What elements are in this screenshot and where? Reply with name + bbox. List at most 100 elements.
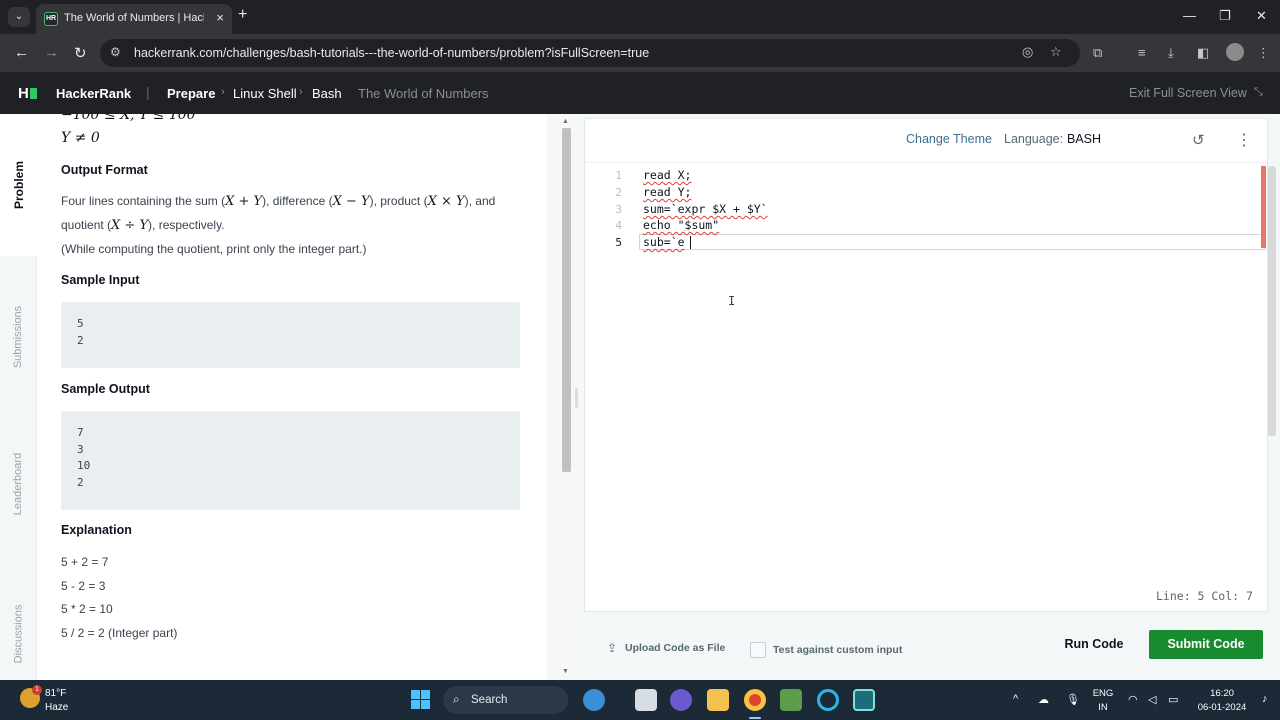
profile-avatar[interactable] xyxy=(1226,43,1244,61)
teams-chat-icon[interactable] xyxy=(670,689,692,711)
sample-output-heading: Sample Output xyxy=(61,382,150,396)
upload-icon[interactable]: ⇪ xyxy=(607,641,617,655)
explanation-line: 5 + 2 = 7 xyxy=(61,555,109,569)
problem-scrollbar[interactable] xyxy=(562,128,571,472)
upload-code-link[interactable]: Upload Code as File xyxy=(625,642,725,654)
breadcrumb-prepare[interactable]: Prepare xyxy=(167,86,215,101)
tab-title: The World of Numbers | HackerRank xyxy=(64,12,204,24)
search-icon: ⌕ xyxy=(453,692,460,706)
site-settings-icon[interactable]: ⚙ xyxy=(110,45,121,59)
breadcrumb-linux-shell[interactable]: Linux Shell xyxy=(233,86,297,101)
explanation-line: 5 * 2 = 10 xyxy=(61,602,113,616)
line-number: 2 xyxy=(615,186,622,199)
run-code-button[interactable]: Run Code xyxy=(1049,630,1139,658)
change-theme-link[interactable]: Change Theme xyxy=(906,132,992,146)
language-region[interactable]: IN xyxy=(1092,702,1114,713)
more-options-icon[interactable]: ⋮ xyxy=(1236,130,1252,150)
clock-time[interactable]: 16:20 xyxy=(1196,688,1248,699)
hackerrank-logo-icon[interactable]: H xyxy=(18,85,37,102)
maximize-button[interactable]: ❐ xyxy=(1219,8,1231,24)
tab-search-chevron-icon[interactable]: ⌄ xyxy=(8,7,30,27)
reload-button[interactable]: ↻ xyxy=(74,44,87,62)
scroll-down-arrow-icon[interactable]: ▼ xyxy=(562,668,569,675)
explanation-line: 5 / 2 = 2 (Integer part) xyxy=(61,626,178,640)
battery-icon[interactable]: ▭ xyxy=(1168,693,1178,706)
chrome-icon[interactable] xyxy=(744,689,766,711)
brand-name[interactable]: HackerRank xyxy=(56,86,131,101)
language-select[interactable]: BASH xyxy=(1067,132,1101,146)
weather-temperature[interactable]: 81°F xyxy=(45,688,66,699)
download-icon[interactable]: ⤓ xyxy=(1168,45,1174,61)
minimize-button[interactable]: — xyxy=(1183,8,1196,23)
custom-input-checkbox[interactable] xyxy=(750,642,766,658)
tab-problem[interactable]: Problem xyxy=(0,114,37,256)
output-format-note: (While computing the quotient, print onl… xyxy=(61,242,367,256)
forward-button[interactable]: → xyxy=(44,44,59,61)
bookmark-star-icon[interactable]: ☆ xyxy=(1050,44,1062,60)
extensions-icon[interactable]: ⧉ xyxy=(1093,45,1102,61)
volume-icon[interactable]: ◁ xyxy=(1148,693,1156,706)
file-explorer-icon[interactable] xyxy=(707,689,729,711)
code-line[interactable]: read Y; xyxy=(643,185,691,199)
code-line[interactable]: sum=`expr $X + $Y` xyxy=(643,202,768,216)
sample-input-box: 5 2 xyxy=(61,302,520,368)
breadcrumb-current: The World of Numbers xyxy=(358,86,489,101)
sample-output-line: 10 xyxy=(77,459,91,473)
windows-taskbar: 1 81°F Haze ⌕ Search ^ ☁ 🎙 ENG IN ◠ ◁ ▭ … xyxy=(0,680,1280,720)
language-label: Language: xyxy=(1004,132,1064,146)
tab-submissions[interactable]: Submissions xyxy=(0,262,37,412)
tab-close-icon[interactable]: × xyxy=(216,10,224,25)
side-panel-icon[interactable]: ◧ xyxy=(1197,45,1209,61)
output-format-text-line2: quotient (X ÷ Y), respectively. xyxy=(61,218,225,233)
new-tab-button[interactable]: + xyxy=(238,6,247,24)
hackerrank-header: H HackerRank | Prepare › Linux Shell › B… xyxy=(0,72,1280,114)
sample-input-line: 5 xyxy=(77,317,84,330)
browser-toolbar: ← → ↻ ⚙ hackerrank.com/challenges/bash-t… xyxy=(0,34,1280,72)
tab-leaderboard[interactable]: Leaderboard xyxy=(0,414,37,554)
splitter-drag-handle[interactable] xyxy=(575,388,578,408)
custom-input-label[interactable]: Test against custom input xyxy=(773,644,902,656)
address-bar[interactable]: ⚙ hackerrank.com/challenges/bash-tutoria… xyxy=(100,39,1080,67)
code-line[interactable]: sub=`e xyxy=(643,235,685,249)
editor-scrollbar[interactable] xyxy=(1268,166,1276,436)
exit-full-screen-link[interactable]: Exit Full Screen View xyxy=(1129,86,1247,100)
restore-history-icon[interactable]: ↺ xyxy=(1192,131,1205,149)
exit-fullscreen-icon[interactable]: ⤡ xyxy=(1254,86,1263,99)
weather-description[interactable]: Haze xyxy=(45,702,68,713)
widgets-app-icon[interactable] xyxy=(583,689,605,711)
task-view-icon[interactable] xyxy=(635,689,657,711)
sample-input-heading: Sample Input xyxy=(61,273,140,287)
wifi-icon[interactable]: ◠ xyxy=(1128,693,1138,706)
code-line[interactable]: read X; xyxy=(643,168,691,182)
reading-list-icon[interactable]: ≡ xyxy=(1138,45,1146,60)
windows-start-icon[interactable] xyxy=(411,690,430,709)
media-app-icon[interactable] xyxy=(853,689,875,711)
line-number: 4 xyxy=(615,219,622,232)
text-caret xyxy=(690,236,691,249)
submit-code-button[interactable]: Submit Code xyxy=(1149,630,1263,659)
browser-tab[interactable]: HR The World of Numbers | HackerRank × xyxy=(36,4,232,34)
cortana-icon[interactable] xyxy=(817,689,839,711)
tray-chevron-icon[interactable]: ^ xyxy=(1013,693,1018,705)
explanation-line: 5 - 2 = 3 xyxy=(61,579,106,593)
browser-menu-icon[interactable]: ⋮ xyxy=(1257,45,1270,61)
back-button[interactable]: ← xyxy=(14,44,29,61)
breadcrumb-chevron-icon: › xyxy=(221,86,225,98)
taskbar-search[interactable]: ⌕ Search xyxy=(443,686,568,714)
scroll-up-arrow-icon[interactable]: ▲ xyxy=(562,118,569,125)
tracking-eye-off-icon[interactable]: ◎ xyxy=(1022,44,1033,60)
breadcrumb-bash[interactable]: Bash xyxy=(312,86,342,101)
url-text[interactable]: hackerrank.com/challenges/bash-tutorials… xyxy=(134,46,649,60)
line-number: 3 xyxy=(615,203,622,216)
microphone-icon[interactable]: 🎙 xyxy=(1066,693,1080,706)
constraint-nonzero: Y ≠ 0 xyxy=(61,130,100,146)
browser-tab-bar: ⌄ HR The World of Numbers | HackerRank ×… xyxy=(0,0,1280,34)
clock-date[interactable]: 06-01-2024 xyxy=(1191,702,1253,713)
code-line[interactable]: echo "$sum" xyxy=(643,218,719,232)
notification-bell-icon[interactable]: ♪ xyxy=(1262,693,1268,705)
sample-output-line: 3 xyxy=(77,442,84,456)
close-window-button[interactable]: ✕ xyxy=(1256,8,1267,24)
store-icon[interactable] xyxy=(780,689,802,711)
language-indicator[interactable]: ENG xyxy=(1092,688,1114,699)
onedrive-icon[interactable]: ☁ xyxy=(1038,693,1049,706)
